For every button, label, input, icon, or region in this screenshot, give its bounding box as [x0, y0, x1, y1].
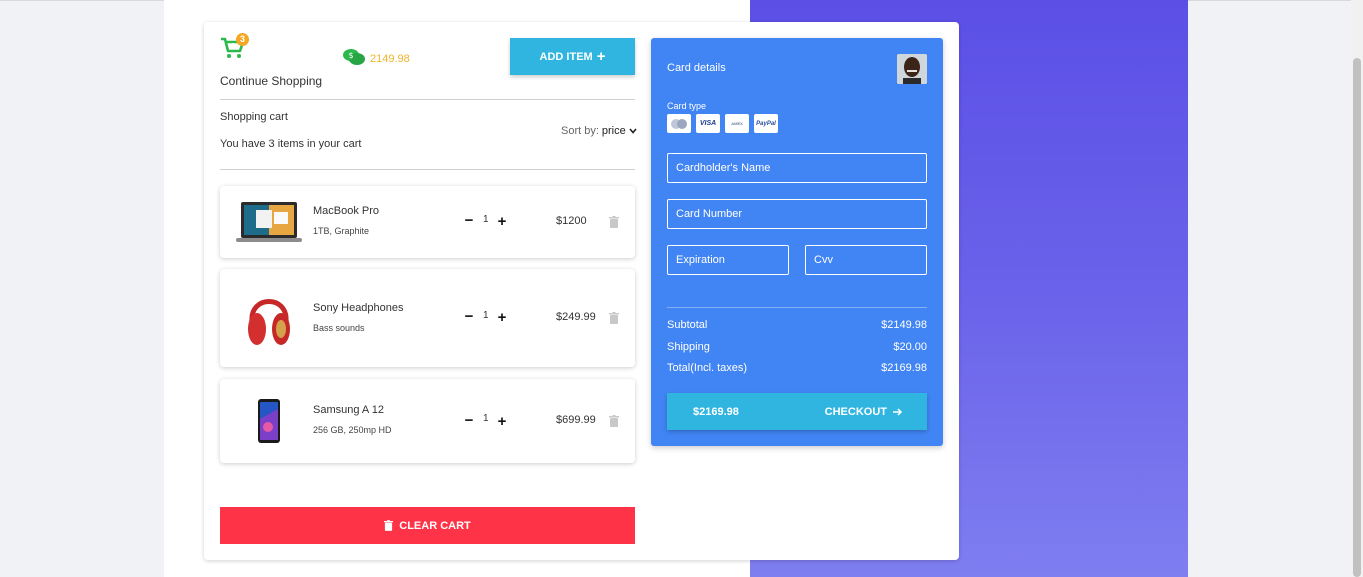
scrollbar-thumb[interactable]: [1353, 58, 1361, 577]
increase-quantity-button[interactable]: +: [496, 414, 508, 429]
chevron-down-icon: [629, 128, 637, 134]
money-icon: $: [342, 47, 366, 67]
quantity-value: 1: [483, 310, 489, 321]
subtotal-label: Subtotal: [667, 319, 708, 331]
sort-label: Sort by:: [561, 125, 599, 137]
cart-item: Sony Headphones Bass sounds − 1 + $249.9…: [220, 269, 635, 367]
cart-total-amount: 2149.98: [370, 53, 410, 65]
item-name: Samsung A 12: [313, 404, 384, 416]
shipping-value: $20.00: [893, 341, 927, 353]
item-description: Bass sounds: [313, 323, 365, 333]
total-row: Total(Incl. taxes) $2169.98: [667, 362, 927, 374]
item-price: $699.99: [556, 414, 596, 426]
card-number-input[interactable]: [667, 199, 927, 229]
decrease-quantity-button[interactable]: −: [463, 213, 475, 228]
total-label: Total(Incl. taxes): [667, 362, 748, 374]
checkout-button[interactable]: $2169.98 CHECKOUT: [667, 393, 927, 430]
macbook-image: [236, 200, 302, 249]
increase-quantity-button[interactable]: +: [496, 310, 508, 325]
decrease-quantity-button[interactable]: −: [463, 309, 475, 324]
item-name: Sony Headphones: [313, 302, 404, 314]
trash-icon[interactable]: [609, 215, 619, 228]
paypal-icon[interactable]: PayPal: [754, 114, 778, 133]
continue-shopping-link[interactable]: Continue Shopping: [220, 74, 322, 88]
card-type-options: VISA AMEX PayPal: [667, 114, 778, 133]
decrease-quantity-button[interactable]: −: [463, 413, 475, 428]
cart-item: MacBook Pro 1TB, Graphite − 1 + $1200: [220, 186, 635, 258]
headphones-image: [246, 287, 292, 354]
arrow-right-icon: [893, 407, 903, 416]
shipping-label: Shipping: [667, 341, 710, 353]
checkout-label: CHECKOUT: [824, 405, 887, 418]
add-item-label: ADD ITEM: [539, 50, 593, 63]
clear-cart-button[interactable]: CLEAR CART: [220, 507, 635, 544]
list-divider: [220, 169, 635, 170]
trash-icon[interactable]: [609, 414, 619, 427]
shipping-row: Shipping $20.00: [667, 341, 927, 353]
trash-icon[interactable]: [609, 311, 619, 324]
sort-dropdown[interactable]: Sort by: price: [561, 125, 637, 137]
item-price: $249.99: [556, 311, 596, 323]
summary-divider: [667, 307, 927, 308]
items-count-text: You have 3 items in your cart: [220, 138, 362, 150]
visa-icon[interactable]: VISA: [696, 114, 720, 133]
plus-icon: +: [596, 48, 606, 65]
phone-image: [258, 399, 280, 448]
amex-icon[interactable]: AMEX: [725, 114, 749, 133]
clear-cart-label: CLEAR CART: [399, 519, 471, 532]
avatar: [897, 54, 927, 84]
item-description: 256 GB, 250mp HD: [313, 425, 392, 435]
sort-value: price: [601, 125, 626, 137]
card-details-title: Card details: [667, 62, 726, 74]
trash-icon: [384, 520, 394, 531]
expiration-input[interactable]: [667, 245, 789, 275]
add-item-button[interactable]: ADD ITEM +: [510, 38, 635, 75]
header-divider: [220, 99, 635, 100]
svg-text:$: $: [348, 51, 353, 60]
checkout-amount: $2169.98: [693, 405, 739, 418]
increase-quantity-button[interactable]: +: [496, 214, 508, 229]
cvv-input[interactable]: [805, 245, 927, 275]
item-description: 1TB, Graphite: [313, 226, 370, 236]
quantity-value: 1: [483, 413, 489, 424]
total-value: $2169.98: [881, 362, 927, 374]
shopping-cart-title: Shopping cart: [220, 111, 288, 123]
cardholder-name-input[interactable]: [667, 153, 927, 183]
item-name: MacBook Pro: [313, 205, 380, 217]
cart-item: Samsung A 12 256 GB, 250mp HD − 1 + $699…: [220, 379, 635, 463]
subtotal-value: $2149.98: [881, 319, 927, 331]
subtotal-row: Subtotal $2149.98: [667, 319, 927, 331]
mastercard-icon[interactable]: [667, 114, 691, 133]
card-details-panel: Card details Card type VISA AMEX PayPal …: [651, 38, 943, 446]
card-type-label: Card type: [667, 101, 707, 111]
item-price: $1200: [556, 215, 587, 227]
quantity-value: 1: [483, 214, 489, 225]
cart-count-badge: 3: [236, 33, 249, 46]
